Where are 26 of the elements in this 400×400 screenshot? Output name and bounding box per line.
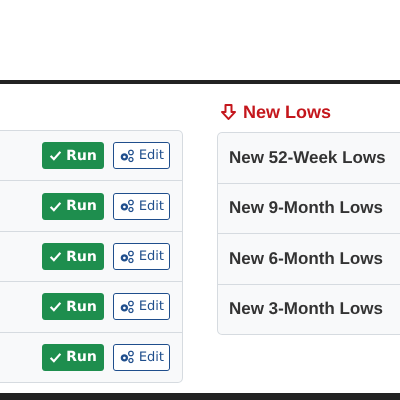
down-arrow-icon	[220, 103, 237, 121]
edit-button[interactable]: Edit	[112, 344, 170, 371]
gears-icon	[118, 250, 135, 264]
section-heading: New Lows	[243, 102, 332, 122]
list-item[interactable]: New 6-Month Lows	[229, 248, 383, 269]
run-button[interactable]: Run	[42, 243, 104, 270]
list-item[interactable]: New 52-Week Lows	[229, 148, 386, 168]
gears-icon	[118, 350, 135, 364]
gears-icon	[118, 148, 135, 163]
edit-button[interactable]: Edit	[112, 293, 170, 320]
edit-button[interactable]: Edit	[112, 192, 170, 220]
run-button[interactable]: Run	[42, 142, 104, 170]
run-button[interactable]: Run	[42, 192, 104, 220]
gears-icon	[118, 300, 135, 314]
edit-button[interactable]: Edit	[112, 142, 170, 170]
gears-icon	[118, 199, 135, 214]
check-icon	[49, 200, 62, 213]
run-button[interactable]: Run	[42, 344, 104, 371]
check-icon	[49, 300, 62, 314]
edit-button[interactable]: Edit	[112, 243, 170, 270]
list-item[interactable]: New 3-Month Lows	[229, 299, 383, 320]
check-icon	[49, 350, 62, 364]
list-item[interactable]: New 9-Month Lows	[229, 198, 383, 218]
check-icon	[49, 250, 62, 264]
check-icon	[49, 149, 62, 162]
run-button[interactable]: Run	[42, 293, 104, 320]
